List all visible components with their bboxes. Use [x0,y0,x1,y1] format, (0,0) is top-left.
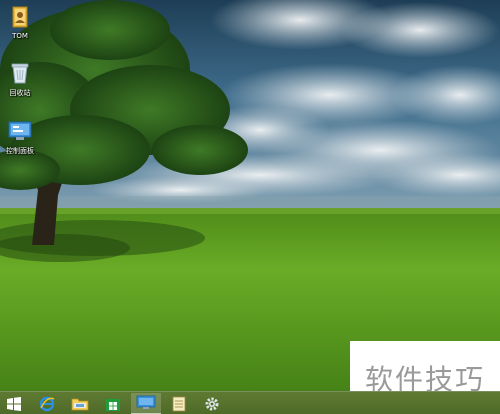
desktop: TOM 回收站 控制面板 软件技巧 [0,0,500,414]
recycle-bin-icon [7,60,33,86]
desktop-icon-label: 控制面板 [6,147,34,155]
file-explorer-icon [71,398,89,410]
taskbar [0,391,500,414]
settings-gear-icon [205,397,219,410]
taskbar-file-explorer[interactable] [65,393,95,414]
desktop-icon-label: TOM [12,32,28,40]
desktop-icon-label: 回收站 [9,89,31,97]
windows-store-icon [106,398,120,411]
taskbar-windows-store[interactable] [98,393,128,414]
taskbar-control-panel[interactable] [131,392,161,414]
control-panel-icon [7,118,33,144]
taskbar-settings[interactable] [197,393,227,414]
desktop-icon-control-panel[interactable]: 控制面板 [0,118,40,156]
notepad-icon [172,396,186,411]
taskbar-internet-explorer[interactable] [32,393,62,414]
taskbar-notepad[interactable] [164,393,194,414]
user-folder-icon [7,4,33,30]
internet-explorer-icon [39,396,55,411]
desktop-icon-recycle-bin[interactable]: 回收站 [0,60,40,98]
control-panel-icon [136,395,156,409]
desktop-icon-tom[interactable]: TOM [0,4,40,40]
start-button[interactable] [0,393,28,414]
windows-start-icon [7,396,21,411]
